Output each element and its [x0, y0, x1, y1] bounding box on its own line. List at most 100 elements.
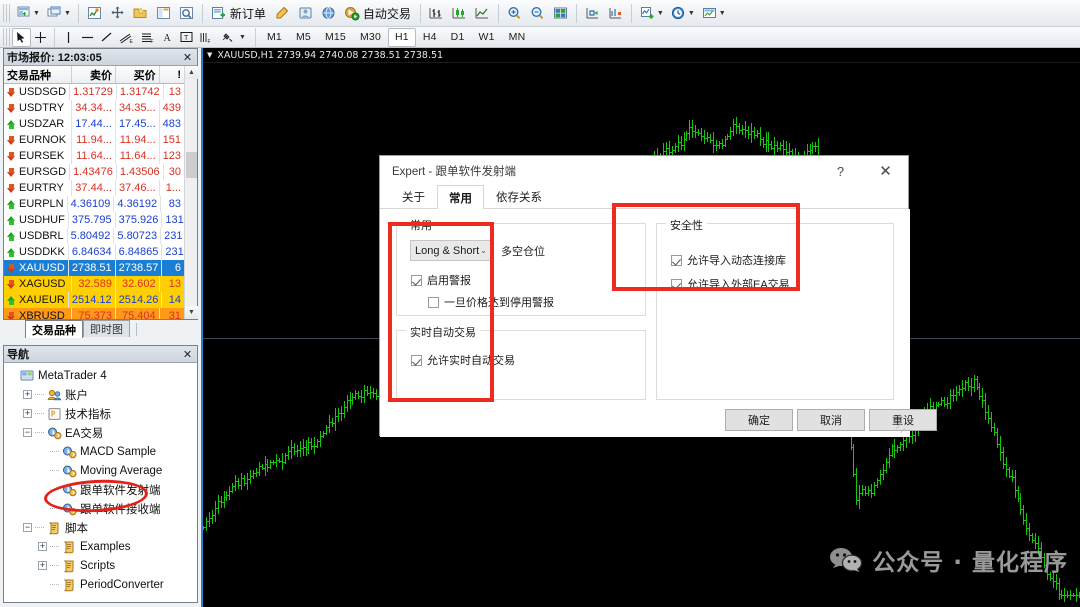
strategy-tester-button[interactable] [175, 2, 198, 25]
zoom-in-button[interactable] [503, 2, 526, 25]
navigator-item-10[interactable]: + Scripts [8, 556, 197, 575]
toolbar-grip[interactable] [3, 4, 10, 22]
chevron-down-icon[interactable]: ▼ [719, 10, 726, 17]
navigator-item-6[interactable]: 跟单软件发射端 [8, 480, 197, 499]
expand-icon[interactable]: + [23, 409, 32, 418]
market-watch-row[interactable]: USDBRL 5.80492 5.80723 231 [4, 228, 184, 244]
symbol-cell[interactable]: USDSGD [4, 84, 71, 100]
market-watch-row[interactable]: USDZAR 17.44... 17.45... 483 [4, 116, 184, 132]
symbol-cell[interactable]: XAUEUR [4, 292, 69, 308]
arrows-tool[interactable]: F [196, 28, 217, 47]
draw-shapes-tool[interactable] [217, 28, 238, 47]
timeframe-h1[interactable]: H1 [388, 27, 416, 47]
timeframe-h4[interactable]: H4 [416, 28, 444, 47]
market-watch-row[interactable]: USDDKK 6.84634 6.84865 231 [4, 244, 184, 260]
enable-alerts-checkbox-row[interactable]: 启用警报 [411, 272, 471, 288]
market-watch-scrollbar[interactable]: ▲ ▼ [184, 66, 198, 319]
line-chart-button[interactable] [471, 2, 494, 25]
market-watch-button[interactable] [83, 2, 106, 25]
tab-common[interactable]: 常用 [437, 185, 484, 209]
disable-alert-checkbox-row[interactable]: 一旦价格达到停用警报 [428, 294, 554, 310]
symbol-cell[interactable]: EURPLN [4, 196, 68, 212]
tab-tick-chart[interactable]: 即时图 [83, 320, 130, 337]
market-watch-table[interactable]: 交易品种 卖价 买价 ! USDSGD 1.31729 1.31742 13 USDTR… [4, 66, 184, 319]
allow-live-trading-checkbox[interactable] [411, 354, 422, 366]
navigator-item-0[interactable]: MetaTrader 4 [8, 366, 197, 385]
chevron-down-icon[interactable]: ▼ [33, 10, 40, 17]
symbol-cell[interactable]: XBRUSD [4, 308, 73, 319]
tab-symbols[interactable]: 交易品种 [25, 320, 83, 338]
navigator-item-7[interactable]: 跟单软件接收端 [8, 499, 197, 518]
expand-icon[interactable]: + [23, 390, 32, 399]
collapse-icon[interactable]: − [23, 523, 32, 532]
allow-dll-checkbox[interactable] [671, 254, 682, 266]
scroll-up-icon[interactable]: ▲ [185, 66, 198, 79]
ok-button[interactable]: 确定 [725, 409, 793, 431]
tile-windows-button[interactable] [549, 2, 572, 25]
market-watch-row[interactable]: XAUEUR 2514.12 2514.26 14 [4, 292, 184, 308]
mql-community-button[interactable] [317, 2, 340, 25]
allow-live-trading-row[interactable]: 允许实时自动交易 [411, 352, 515, 368]
chart-shift-button[interactable] [581, 2, 604, 25]
column-ask[interactable]: 买价 [116, 66, 160, 83]
allow-external-ea-checkbox[interactable] [671, 278, 682, 290]
symbol-cell[interactable]: USDDKK [4, 244, 69, 260]
data-window-button[interactable] [106, 2, 129, 25]
chevron-down-icon[interactable]: ▼ [64, 10, 71, 17]
timeframe-m30[interactable]: M30 [353, 28, 388, 47]
toolbar-grip[interactable] [3, 28, 10, 46]
templates-button[interactable]: ▼ [698, 2, 729, 25]
column-symbol[interactable]: 交易品种 [4, 66, 73, 83]
trendline-tool[interactable] [97, 28, 116, 47]
allow-external-ea-row[interactable]: 允许导入外部EA交易 [671, 276, 790, 292]
new-order-button[interactable]: 新订单 [207, 2, 271, 25]
crosshair-tool[interactable] [31, 28, 50, 47]
timeframe-mn[interactable]: MN [502, 28, 533, 47]
resize-grip[interactable] [896, 424, 908, 436]
chevron-down-icon[interactable]: ▼ [688, 10, 695, 17]
market-watch-row[interactable]: EURSGD 1.43476 1.43506 30 [4, 164, 184, 180]
chevron-down-icon[interactable]: ⌄ [480, 246, 487, 255]
navigator-button[interactable] [129, 2, 152, 25]
close-icon[interactable]: ✕ [181, 51, 194, 64]
timeframe-w1[interactable]: W1 [471, 28, 501, 47]
market-watch-row[interactable]: EURSEK 11.64... 11.64... 123 [4, 148, 184, 164]
chart-menu-caret-icon[interactable]: ▼ [207, 51, 212, 59]
allow-dll-row[interactable]: 允许导入动态连接库 [671, 252, 786, 268]
vertical-line-tool[interactable] [59, 28, 78, 47]
auto-scroll-button[interactable] [604, 2, 627, 25]
expand-icon[interactable]: + [38, 542, 47, 551]
symbol-cell[interactable]: XAUUSD [4, 260, 69, 276]
navigator-item-3[interactable]: − EA交易 [8, 423, 197, 442]
market-watch-row[interactable]: XAGUSD 32.589 32.602 13 [4, 276, 184, 292]
cancel-button[interactable]: 取消 [797, 409, 865, 431]
column-bid[interactable]: 卖价 [72, 66, 117, 83]
market-watch-row[interactable]: EURTRY 37.44... 37.46... 1... [4, 180, 184, 196]
market-watch-row[interactable]: XAUUSD 2738.51 2738.57 6 [4, 260, 184, 276]
navigator-item-1[interactable]: + 账户 [8, 385, 197, 404]
market-watch-row[interactable]: USDSGD 1.31729 1.31742 13 [4, 84, 184, 100]
horizontal-line-tool[interactable] [78, 28, 97, 47]
expert-book-button[interactable] [294, 2, 317, 25]
equidistant-channel-tool[interactable]: E [116, 28, 137, 47]
timeframe-m5[interactable]: M5 [289, 28, 318, 47]
navigator-item-4[interactable]: MACD Sample [8, 442, 197, 461]
market-watch-row[interactable]: XBRUSD 75.373 75.404 31 [4, 308, 184, 319]
close-icon[interactable]: ✕ [863, 156, 908, 186]
help-icon[interactable]: ? [818, 156, 863, 186]
timeframe-d1[interactable]: D1 [444, 28, 472, 47]
symbol-cell[interactable]: USDTRY [4, 100, 73, 116]
enable-alerts-checkbox[interactable] [411, 274, 422, 286]
market-watch-row[interactable]: EURPLN 4.36109 4.36192 83 [4, 196, 184, 212]
metaeditor-button[interactable] [271, 2, 294, 25]
fibonacci-retracement-tool[interactable]: F [137, 28, 158, 47]
column-spread[interactable]: ! [160, 66, 184, 83]
symbol-cell[interactable]: EURNOK [4, 132, 73, 148]
market-watch-row[interactable]: USDTRY 34.34... 34.35... 439 [4, 100, 184, 116]
expand-icon[interactable]: + [38, 561, 47, 570]
tab-about[interactable]: 关于 [390, 185, 437, 208]
periods-button[interactable]: ▼ [667, 2, 698, 25]
collapse-icon[interactable]: − [23, 428, 32, 437]
tab-dependencies[interactable]: 依存关系 [484, 185, 554, 208]
zoom-out-button[interactable] [526, 2, 549, 25]
